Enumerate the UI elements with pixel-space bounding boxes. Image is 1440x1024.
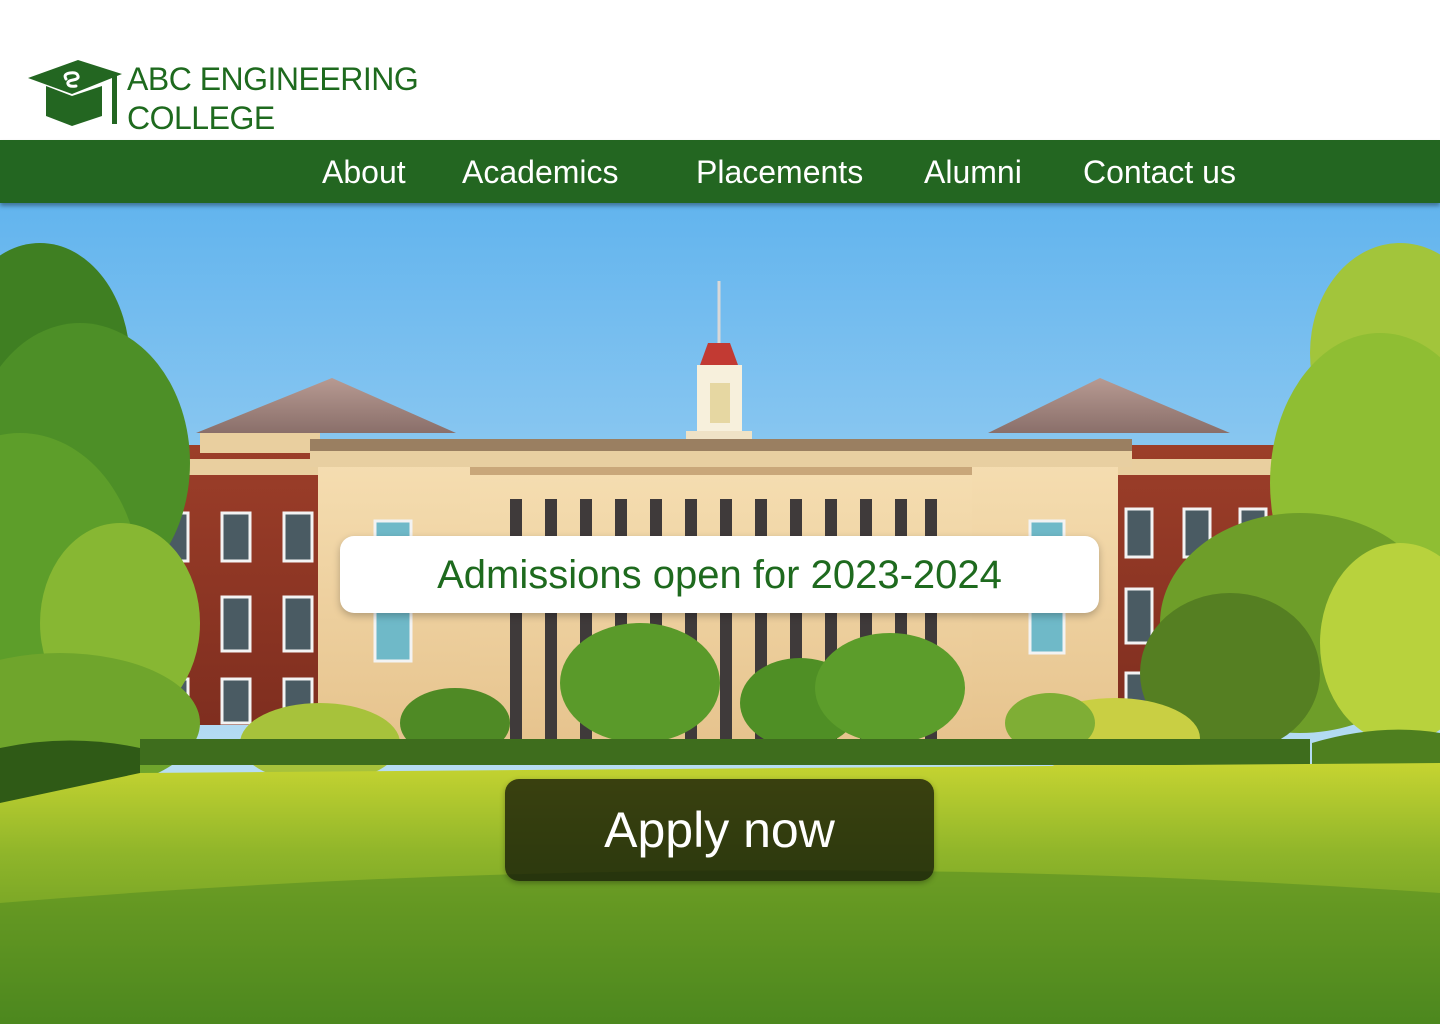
college-logo[interactable]: ABC ENGINEERING COLLEGE — [26, 56, 446, 138]
nav-item-academics[interactable]: Academics — [462, 152, 619, 192]
main-nav: About Academics Placements Alumni Contac… — [0, 140, 1440, 203]
college-name-line2: COLLEGE — [127, 100, 275, 136]
graduation-cap-icon — [28, 60, 122, 126]
apply-now-button[interactable]: Apply now — [505, 779, 934, 881]
nav-item-about[interactable]: About — [322, 152, 406, 192]
college-building-photo — [0, 203, 1440, 1024]
admissions-banner-text: Admissions open for 2023-2024 — [437, 552, 1002, 597]
apply-now-label: Apply now — [604, 802, 835, 858]
site-header: ABC ENGINEERING COLLEGE — [0, 0, 1440, 140]
page: ABC ENGINEERING COLLEGE About Academics … — [0, 0, 1440, 1024]
admissions-banner: Admissions open for 2023-2024 — [340, 536, 1099, 613]
nav-item-contact-us[interactable]: Contact us — [1083, 152, 1236, 192]
nav-item-alumni[interactable]: Alumni — [924, 152, 1022, 192]
nav-item-placements[interactable]: Placements — [696, 152, 863, 192]
college-name-line1: ABC ENGINEERING — [127, 61, 419, 97]
college-name: ABC ENGINEERING COLLEGE — [127, 60, 419, 138]
hero-section: Admissions open for 2023-2024 Apply now — [0, 203, 1440, 1024]
